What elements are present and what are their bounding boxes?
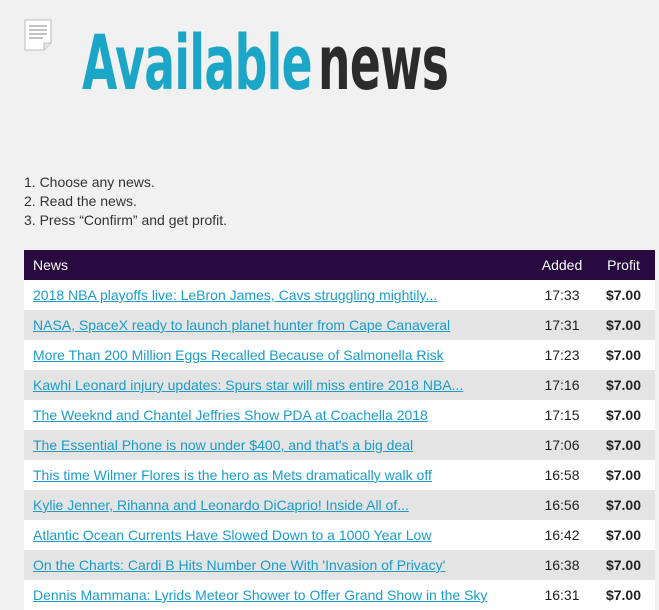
- page-title-accent: Available: [82, 18, 313, 107]
- news-cell: On the Charts: Cardi B Hits Number One W…: [24, 550, 532, 580]
- news-link[interactable]: Kawhi Leonard injury updates: Spurs star…: [33, 377, 463, 393]
- added-time: 17:23: [544, 347, 580, 363]
- news-cell: Kawhi Leonard injury updates: Spurs star…: [24, 370, 532, 400]
- table-row: Dennis Mammana: Lyrids Meteor Shower to …: [24, 580, 655, 610]
- news-link[interactable]: Atlantic Ocean Currents Have Slowed Down…: [33, 527, 431, 543]
- column-header-news: News: [33, 257, 69, 273]
- profit-value: $7.00: [605, 377, 642, 393]
- profit-value: $7.00: [605, 437, 642, 453]
- instruction-step-1: 1. Choose any news.: [24, 174, 155, 190]
- column-header-profit: Profit: [607, 257, 640, 273]
- profit-value: $7.00: [605, 557, 642, 573]
- added-time: 17:31: [544, 317, 580, 333]
- profit-value: $7.00: [605, 407, 642, 423]
- news-cell: This time Wilmer Flores is the hero as M…: [24, 460, 532, 490]
- added-time: 17:16: [544, 377, 580, 393]
- added-time: 16:31: [544, 587, 580, 603]
- news-cell: NASA, SpaceX ready to launch planet hunt…: [24, 310, 532, 340]
- news-cell: More Than 200 Million Eggs Recalled Beca…: [24, 340, 532, 370]
- table-row: Kawhi Leonard injury updates: Spurs star…: [24, 370, 655, 400]
- added-time: 17:15: [544, 407, 580, 423]
- news-link[interactable]: The Essential Phone is now under $400, a…: [33, 437, 413, 453]
- news-link[interactable]: On the Charts: Cardi B Hits Number One W…: [33, 557, 445, 573]
- news-link[interactable]: NASA, SpaceX ready to launch planet hunt…: [33, 317, 450, 333]
- document-icon: [24, 19, 52, 51]
- added-time: 16:42: [544, 527, 580, 543]
- added-time: 16:38: [544, 557, 580, 573]
- added-time: 16:56: [544, 497, 580, 513]
- news-link[interactable]: Dennis Mammana: Lyrids Meteor Shower to …: [33, 587, 487, 603]
- table-row: The Essential Phone is now under $400, a…: [24, 430, 655, 460]
- table-row: More Than 200 Million Eggs Recalled Beca…: [24, 340, 655, 370]
- profit-value: $7.00: [605, 527, 642, 543]
- news-cell: The Essential Phone is now under $400, a…: [24, 430, 532, 460]
- news-cell: Atlantic Ocean Currents Have Slowed Down…: [24, 520, 532, 550]
- table-header-row: News Added Profit: [24, 250, 655, 280]
- news-link[interactable]: Kylie Jenner, Rihanna and Leonardo DiCap…: [33, 497, 409, 513]
- column-header-added: Added: [541, 257, 583, 273]
- profit-value: $7.00: [605, 317, 642, 333]
- profit-value: $7.00: [605, 467, 642, 483]
- news-link[interactable]: This time Wilmer Flores is the hero as M…: [33, 467, 432, 483]
- instructions: 1. Choose any news. 2. Read the news. 3.…: [24, 173, 227, 230]
- news-table: News Added Profit 2018 NBA playoffs live…: [24, 250, 655, 610]
- profit-value: $7.00: [605, 347, 642, 363]
- instruction-step-2: 2. Read the news.: [24, 193, 137, 209]
- table-row: This time Wilmer Flores is the hero as M…: [24, 460, 655, 490]
- news-link[interactable]: 2018 NBA playoffs live: LeBron James, Ca…: [33, 287, 437, 303]
- table-row: 2018 NBA playoffs live: LeBron James, Ca…: [24, 280, 655, 310]
- table-row: The Weeknd and Chantel Jeffries Show PDA…: [24, 400, 655, 430]
- news-cell: Kylie Jenner, Rihanna and Leonardo DiCap…: [24, 490, 532, 520]
- profit-value: $7.00: [605, 587, 642, 603]
- page-title: Availablenews: [82, 18, 535, 108]
- instruction-step-3: 3. Press “Confirm” and get profit.: [24, 212, 228, 228]
- added-time: 17:06: [544, 437, 580, 453]
- profit-value: $7.00: [605, 287, 642, 303]
- added-time: 16:58: [544, 467, 580, 483]
- table-row: Kylie Jenner, Rihanna and Leonardo DiCap…: [24, 490, 655, 520]
- table-row: NASA, SpaceX ready to launch planet hunt…: [24, 310, 655, 340]
- news-cell: The Weeknd and Chantel Jeffries Show PDA…: [24, 400, 532, 430]
- added-time: 17:33: [544, 287, 580, 303]
- table-row: Atlantic Ocean Currents Have Slowed Down…: [24, 520, 655, 550]
- news-cell: 2018 NBA playoffs live: LeBron James, Ca…: [24, 280, 532, 310]
- news-link[interactable]: The Weeknd and Chantel Jeffries Show PDA…: [33, 407, 428, 423]
- page-title-dark: news: [318, 18, 449, 107]
- profit-value: $7.00: [605, 497, 642, 513]
- news-cell: Dennis Mammana: Lyrids Meteor Shower to …: [24, 580, 532, 610]
- news-link[interactable]: More Than 200 Million Eggs Recalled Beca…: [33, 347, 444, 363]
- table-row: On the Charts: Cardi B Hits Number One W…: [24, 550, 655, 580]
